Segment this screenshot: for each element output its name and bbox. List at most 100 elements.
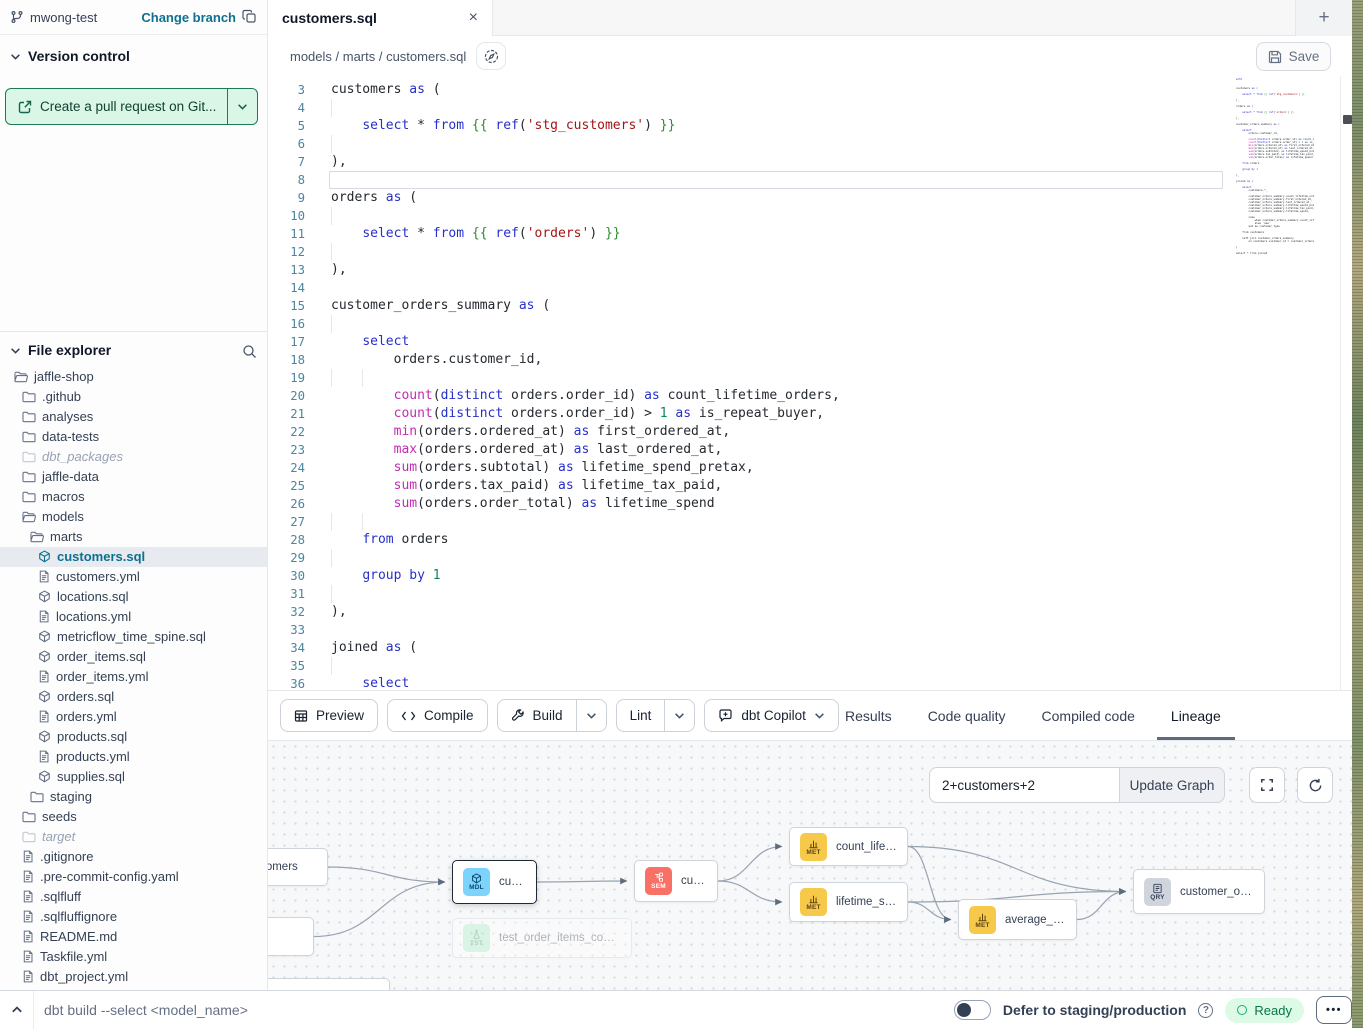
lint-button[interactable]: Lint (617, 700, 665, 731)
code-line-15[interactable]: 15customer_orders_summary as ( (268, 297, 1352, 315)
navigate-icon-button[interactable] (476, 42, 506, 70)
code-line-29[interactable]: 29 (268, 549, 1352, 567)
code-line-13[interactable]: 13), (268, 261, 1352, 279)
lineage-selector-input[interactable] (929, 767, 1119, 803)
help-icon[interactable]: ? (1198, 1003, 1213, 1018)
file-explorer-header[interactable]: File explorer (0, 332, 267, 367)
code-line-19[interactable]: 19 (268, 369, 1352, 387)
lineage-node-stg_customers[interactable]: stg_customers (268, 848, 328, 886)
version-control-header[interactable]: Version control (10, 48, 130, 64)
code-line-4[interactable]: 4 (268, 99, 1352, 117)
scrollbar-thumb[interactable] (1343, 115, 1352, 124)
code-line-31[interactable]: 31 (268, 585, 1352, 603)
compile-button[interactable]: Compile (387, 699, 488, 732)
code-line-12[interactable]: 12 (268, 243, 1352, 261)
code-line-16[interactable]: 16 (268, 315, 1352, 333)
build-dropdown[interactable] (577, 700, 606, 731)
code-line-5[interactable]: 5 select * from {{ ref('stg_customers') … (268, 117, 1352, 135)
lineage-node-lifetime_spend_pretax[interactable]: METlifetime_spend_pretax (789, 882, 908, 922)
code-line-27[interactable]: 27 (268, 513, 1352, 531)
panel-tab-code-quality[interactable]: Code quality (926, 691, 1008, 740)
lint-dropdown[interactable] (665, 700, 694, 731)
lineage-node-partial_node[interactable] (268, 978, 390, 990)
change-branch-link[interactable]: Change branch (141, 10, 236, 25)
code-line-28[interactable]: 28 from orders (268, 531, 1352, 549)
save-button[interactable]: Save (1256, 42, 1331, 71)
tree-item-order_items.yml[interactable]: order_items.yml (0, 667, 267, 687)
tree-item-jaffle-shop[interactable]: jaffle-shop (0, 367, 267, 387)
tree-item-.sqlfluff[interactable]: .sqlfluff (0, 887, 267, 907)
code-line-26[interactable]: 26 sum(orders.order_total) as lifetime_s… (268, 495, 1352, 513)
code-line-18[interactable]: 18 orders.customer_id, (268, 351, 1352, 369)
panel-tab-compiled-code[interactable]: Compiled code (1040, 691, 1137, 740)
code-line-25[interactable]: 25 sum(orders.tax_paid) as lifetime_tax_… (268, 477, 1352, 495)
code-line-14[interactable]: 14 (268, 279, 1352, 297)
tree-item-Taskfile.yml[interactable]: Taskfile.yml (0, 947, 267, 967)
lineage-node-test_bools[interactable]: TSTtest_order_items_compute_to_bools... (452, 918, 632, 958)
panel-tab-lineage[interactable]: Lineage (1169, 691, 1223, 740)
status-ready-badge[interactable]: Ready (1225, 998, 1304, 1023)
code-line-8[interactable]: 8 (268, 171, 1352, 189)
code-line-7[interactable]: 7), (268, 153, 1352, 171)
tree-item-supplies.sql[interactable]: supplies.sql (0, 767, 267, 787)
dbt-copilot-button[interactable]: dbt Copilot (704, 699, 839, 732)
tree-item-.gitignore[interactable]: .gitignore (0, 847, 267, 867)
editor-scrollbar[interactable] (1340, 76, 1352, 690)
tree-item-staging[interactable]: staging (0, 787, 267, 807)
tree-item-customers.sql[interactable]: customers.sql (0, 547, 267, 567)
tree-item-README.md[interactable]: README.md (0, 927, 267, 947)
code-line-23[interactable]: 23 max(orders.ordered_at) as last_ordere… (268, 441, 1352, 459)
code-line-22[interactable]: 22 min(orders.ordered_at) as first_order… (268, 423, 1352, 441)
code-line-30[interactable]: 30 group by 1 (268, 567, 1352, 585)
expand-command-bar-icon[interactable] (7, 1000, 27, 1020)
tree-item-orders.sql[interactable]: orders.sql (0, 687, 267, 707)
tree-item-marts[interactable]: marts (0, 527, 267, 547)
lineage-node-count_lifetime_orders[interactable]: METcount_lifetime_orders (789, 827, 908, 866)
tab-customers-sql[interactable]: customers.sql × (268, 0, 493, 36)
tree-item-locations.sql[interactable]: locations.sql (0, 587, 267, 607)
code-line-35[interactable]: 35 (268, 657, 1352, 675)
defer-toggle[interactable] (954, 1000, 991, 1020)
tree-item-order_items.sql[interactable]: order_items.sql (0, 647, 267, 667)
code-editor[interactable]: 23customers as (45 select * from {{ ref(… (268, 76, 1352, 690)
tree-item-models[interactable]: models (0, 507, 267, 527)
tree-item-data-tests[interactable]: data-tests (0, 427, 267, 447)
code-line-6[interactable]: 6 (268, 135, 1352, 153)
lineage-node-orders[interactable]: orders (268, 917, 314, 956)
tree-item-target[interactable]: target (0, 827, 267, 847)
copy-icon[interactable] (242, 8, 257, 26)
tree-item-.github[interactable]: .github (0, 387, 267, 407)
code-line-20[interactable]: 20 count(distinct orders.order_id) as co… (268, 387, 1352, 405)
tree-item-dbt_packages[interactable]: dbt_packages (0, 447, 267, 467)
tree-item-locations.yml[interactable]: locations.yml (0, 607, 267, 627)
build-button[interactable]: Build (498, 700, 576, 731)
lineage-node-average_order_value[interactable]: METaverage_order_value (958, 899, 1077, 940)
refresh-icon-button[interactable] (1297, 767, 1333, 803)
pr-button-dropdown[interactable] (227, 89, 257, 124)
tree-item-products.sql[interactable]: products.sql (0, 727, 267, 747)
code-line-34[interactable]: 34joined as ( (268, 639, 1352, 657)
tree-item-orders.yml[interactable]: orders.yml (0, 707, 267, 727)
tree-item-macros[interactable]: macros (0, 487, 267, 507)
tree-item-products.yml[interactable]: products.yml (0, 747, 267, 767)
code-line-32[interactable]: 32), (268, 603, 1352, 621)
code-line-21[interactable]: 21 count(distinct orders.order_id) > 1 a… (268, 405, 1352, 423)
create-pull-request-button[interactable]: Create a pull request on Git... (5, 88, 258, 125)
update-graph-button[interactable]: Update Graph (1119, 767, 1225, 803)
code-line-33[interactable]: 33 (268, 621, 1352, 639)
code-line-3[interactable]: 3customers as ( (268, 81, 1352, 99)
fullscreen-icon-button[interactable] (1249, 767, 1285, 803)
tree-item-customers.yml[interactable]: customers.yml (0, 567, 267, 587)
tree-item-analyses[interactable]: analyses (0, 407, 267, 427)
lineage-node-customers_sem[interactable]: SEMcustomers (634, 860, 718, 902)
tree-item-.pre-commit-config.yaml[interactable]: .pre-commit-config.yaml (0, 867, 267, 887)
overflow-menu-button[interactable]: ••• (1316, 996, 1352, 1024)
minimap[interactable]: withcustomers as ( select * from {{ ref(… (1236, 78, 1314, 255)
code-line-24[interactable]: 24 sum(orders.subtotal) as lifetime_spen… (268, 459, 1352, 477)
code-line-11[interactable]: 11 select * from {{ ref('orders') }} (268, 225, 1352, 243)
code-line-9[interactable]: 9orders as ( (268, 189, 1352, 207)
preview-button[interactable]: Preview (280, 699, 378, 732)
code-line-36[interactable]: 36 select (268, 675, 1352, 690)
tree-item-jaffle-data[interactable]: jaffle-data (0, 467, 267, 487)
new-tab-button[interactable]: + (1295, 0, 1352, 36)
